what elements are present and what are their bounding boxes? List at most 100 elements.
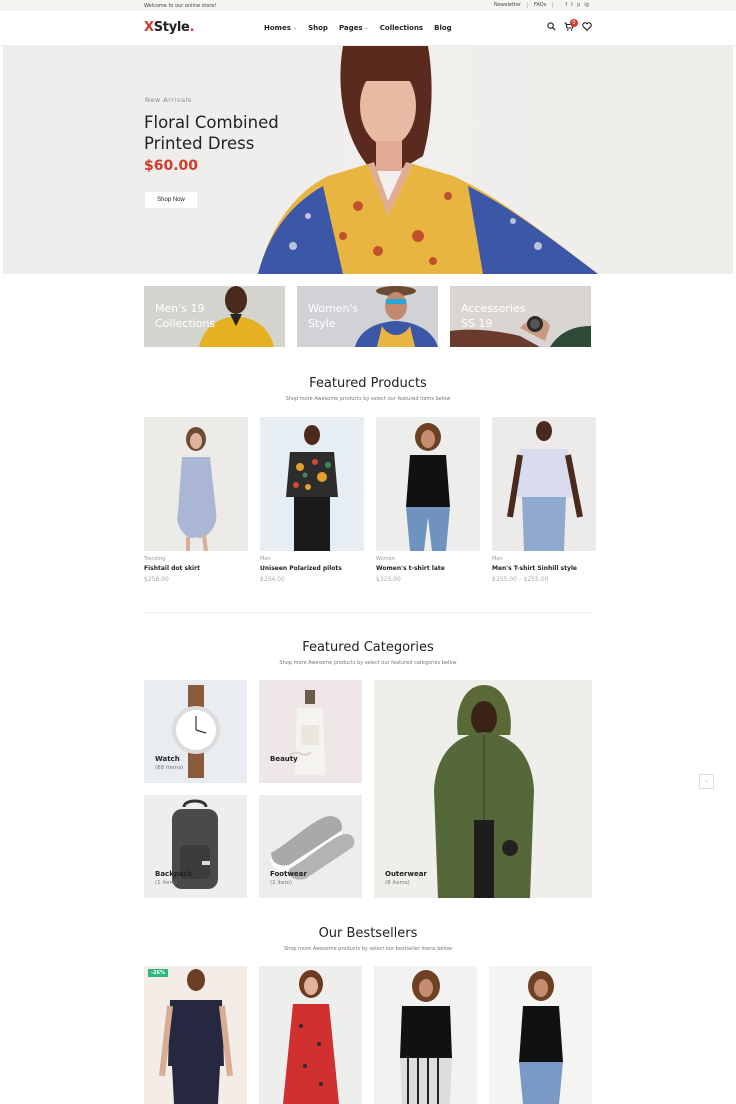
product-category: Men	[260, 556, 271, 562]
product-card[interactable]: Men Uniseen Polarized pilots $254.00	[260, 417, 364, 583]
pinterest-icon[interactable]: p	[577, 2, 580, 8]
side-toggle-button[interactable]: ›	[699, 774, 714, 789]
product-price: $254.00	[260, 576, 285, 583]
nav-item-pages[interactable]: Pages ⌄	[339, 24, 369, 32]
bestseller-card[interactable]	[259, 966, 362, 1104]
nav-label: Homes	[264, 24, 291, 32]
category-tile-watch[interactable]: Watch (68 items)	[144, 680, 247, 783]
newsletter-link[interactable]: Newsletter	[494, 2, 521, 8]
category-count: (68 items)	[155, 765, 184, 771]
logo-text: Style	[153, 20, 190, 35]
section-divider	[144, 612, 592, 613]
product-category: Trending	[144, 556, 166, 562]
bestseller-card[interactable]	[489, 966, 592, 1104]
product-price: $325.00	[376, 576, 401, 583]
category-name: Backpack	[155, 870, 193, 878]
product-name[interactable]: Uniseen Polarized pilots	[260, 565, 364, 572]
banner-mens-collection[interactable]: Men's 19 Collections	[144, 286, 285, 347]
nav-item-shop[interactable]: Shop	[308, 24, 328, 32]
banner-text: Men's 19	[155, 302, 205, 315]
product-photo	[159, 969, 233, 1104]
nav-item-collections[interactable]: Collections	[380, 24, 423, 32]
product-photo	[519, 971, 563, 1104]
banner-label: Accessories SS 19	[461, 301, 525, 331]
category-tile-footwear[interactable]: Footwear (1 item)	[259, 795, 362, 898]
product-image[interactable]	[144, 417, 248, 551]
product-name[interactable]: Women's t-shirt late	[376, 565, 480, 572]
logo[interactable]: XStyle.	[144, 20, 194, 35]
category-name: Outerwear	[385, 870, 427, 878]
site-header: XStyle. Homes ⌄ Shop Pages ⌄ Collections B…	[0, 11, 736, 46]
logo-x: X	[144, 20, 154, 35]
social-links: f t p ig	[565, 2, 589, 8]
product-photo	[400, 970, 452, 1104]
product-photo	[406, 423, 450, 551]
logo-dot: .	[189, 20, 195, 35]
divider	[527, 2, 529, 8]
hero-price: $60.00	[144, 158, 199, 174]
category-tile-beauty[interactable]: Beauty	[259, 680, 362, 783]
header-icons: 0	[547, 19, 592, 31]
twitter-icon[interactable]: t	[571, 2, 573, 8]
category-count: (1 item)	[270, 880, 292, 886]
banner-accessories[interactable]: Accessories SS 19	[450, 286, 591, 347]
featured-categories-grid: Watch (68 items) Beauty Outerwear (8 ite…	[144, 680, 592, 898]
product-name[interactable]: Fishtail dot skirt	[144, 565, 248, 572]
category-count: (1 item)	[155, 880, 177, 886]
product-name[interactable]: Men's T-shirt Sinhill style	[492, 565, 596, 572]
hero-slider: New Arrivals Floral Combined Printed Dre…	[3, 46, 733, 274]
product-price: $255.00 – $255.00	[492, 576, 549, 583]
main-nav: Homes ⌄ Shop Pages ⌄ Collections Blog	[264, 24, 452, 32]
category-count: (8 items)	[385, 880, 410, 886]
banner-text: Style	[308, 317, 336, 330]
product-card[interactable]: Men Men's T-shirt Sinhill style $255.00 …	[492, 417, 596, 583]
product-card[interactable]: Trending Fishtail dot skirt $258.00	[144, 417, 248, 583]
sale-badge: -26%	[148, 969, 169, 977]
beauty-image	[288, 690, 325, 775]
top-links: Newsletter FAQs f t p ig	[494, 2, 589, 8]
banner-womens-style[interactable]: Women's Style	[297, 286, 438, 347]
chevron-down-icon: ⌄	[292, 25, 298, 31]
divider	[552, 2, 554, 8]
category-name: Watch	[155, 755, 180, 763]
search-icon[interactable]	[547, 22, 556, 31]
banner-text: Collections	[155, 317, 216, 330]
nav-label: Shop	[308, 24, 328, 32]
featured-products-grid: Trending Fishtail dot skirt $258.00 Men …	[144, 417, 596, 583]
product-image[interactable]	[260, 417, 364, 551]
featured-categories-title: Featured Categories	[302, 640, 434, 655]
bestseller-card[interactable]: -26%	[144, 966, 247, 1104]
nav-item-blog[interactable]: Blog	[434, 24, 452, 32]
hero-eyebrow: New Arrivals	[145, 96, 192, 104]
category-name: Footwear	[270, 870, 307, 878]
heart-icon[interactable]	[582, 22, 592, 31]
bestsellers-grid: -26%	[144, 966, 592, 1104]
welcome-text: Welcome to our online store!	[144, 3, 217, 9]
hero-model-image	[258, 46, 598, 274]
cart-count-badge: 0	[570, 19, 578, 27]
promo-banners: Men's 19 Collections Women's Style Acces	[144, 286, 592, 347]
facebook-icon[interactable]: f	[565, 2, 567, 8]
shop-now-button[interactable]: Shop Now	[145, 192, 197, 208]
product-photo	[507, 421, 583, 551]
banner-text: Women's	[308, 302, 359, 315]
product-category: Women	[376, 556, 395, 562]
featured-categories-subtitle: Shop more Awesome products by select our…	[279, 660, 457, 666]
featured-products-title: Featured Products	[309, 376, 427, 391]
nav-label: Pages	[338, 24, 363, 32]
product-image[interactable]	[492, 417, 596, 551]
bestseller-card[interactable]	[374, 966, 477, 1104]
category-tile-backpack[interactable]: Backpack (1 item)	[144, 795, 247, 898]
product-card[interactable]: Women Women's t-shirt late $325.00	[376, 417, 480, 583]
product-image[interactable]	[376, 417, 480, 551]
faqs-link[interactable]: FAQs	[534, 2, 546, 8]
category-tile-outerwear[interactable]: Outerwear (8 items)	[374, 680, 592, 898]
featured-products-subtitle: Shop more Awesome products by select our…	[285, 396, 451, 402]
banner-label: Women's Style	[308, 301, 358, 331]
banner-text: Accessories	[461, 302, 526, 315]
bestsellers-title: Our Bestsellers	[318, 926, 418, 941]
instagram-icon[interactable]: ig	[584, 2, 589, 8]
cart-icon[interactable]: 0	[564, 19, 578, 31]
nav-item-homes[interactable]: Homes ⌄	[264, 24, 297, 32]
banner-text: SS 19	[461, 317, 493, 330]
